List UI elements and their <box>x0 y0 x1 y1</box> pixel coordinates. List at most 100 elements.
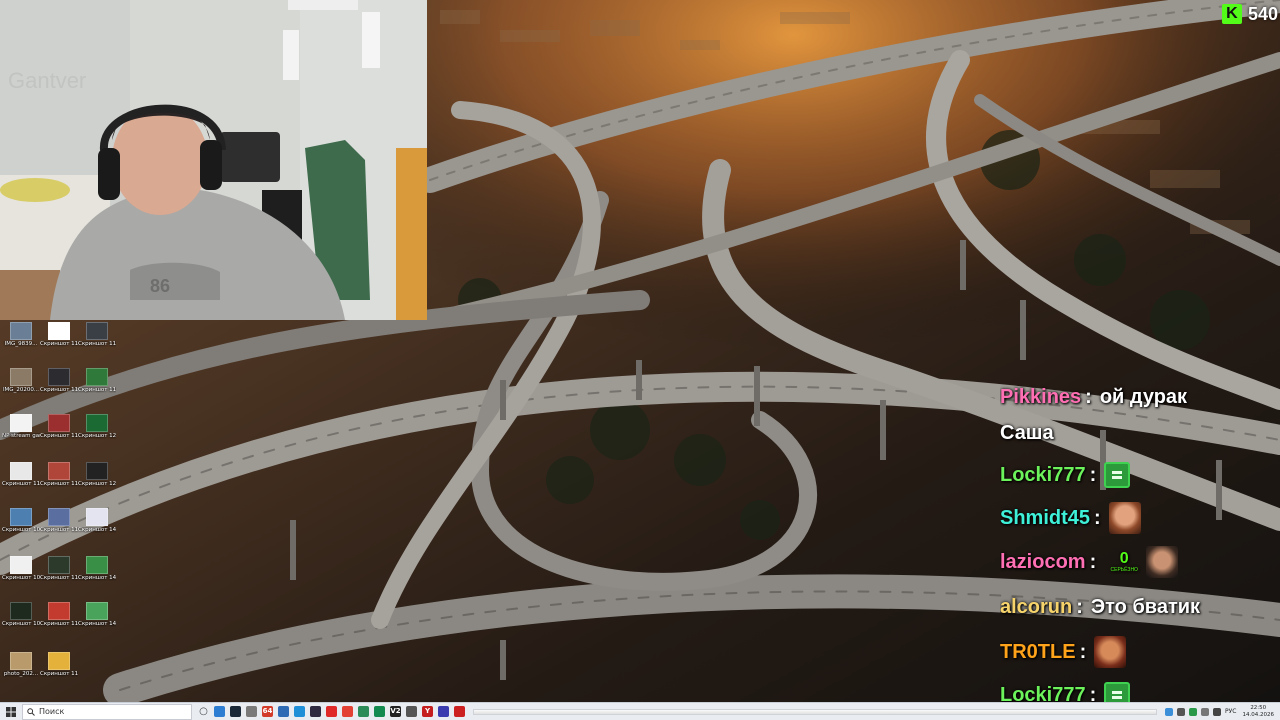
file-thumbnail-icon <box>48 322 70 340</box>
chat-message: alcorun : Это бватик <box>1000 596 1201 618</box>
taskbar-clock[interactable]: 22:50 14.04.2026 <box>1243 705 1275 719</box>
language-indicator[interactable]: РУС <box>1225 708 1236 715</box>
face-emote-icon <box>1108 502 1141 534</box>
face-emote-icon <box>1146 546 1179 578</box>
taskbar-app-icons: ○ 64 V2 Y <box>198 706 465 717</box>
desktop-file-label: Скриншот 12-04-20... <box>78 433 116 439</box>
desktop-file-icon[interactable]: Скриншот 11-04-20... <box>40 462 78 487</box>
file-thumbnail-icon <box>48 368 70 386</box>
desktop-file-icon[interactable]: Скриншот 12-04-20... <box>78 462 116 487</box>
app-obs-icon[interactable] <box>310 706 321 717</box>
desktop-file-icon[interactable]: photo_202... <box>2 652 40 677</box>
desktop-file-label: Скриншот 14-04-20... <box>78 575 116 581</box>
desktop-file-icon[interactable]: Скриншот 14-04-20... <box>78 556 116 581</box>
desktop-file-label: photo_202... <box>3 671 39 677</box>
desktop-file-label: IMG_20200... <box>2 387 40 393</box>
stream-screen: 86 Gantver IMG_9839...Скриншот 11-04-20.… <box>0 0 1280 720</box>
start-button[interactable] <box>0 703 22 720</box>
windows-taskbar: Поиск ○ 64 V2 Y РУС 22:50 14.04.2026 <box>0 702 1280 720</box>
chat-message: Саша <box>1000 422 1058 445</box>
desktop-file-label: Скриншот 11-04-20... <box>40 387 78 393</box>
desktop-file-icon[interactable]: Скриншот 10-04-20... <box>2 602 40 627</box>
app-img-icon[interactable] <box>406 706 417 717</box>
chat-message: TR0TLE : <box>1000 636 1127 668</box>
file-thumbnail-icon <box>10 602 32 620</box>
app-y-icon[interactable]: Y <box>422 706 433 717</box>
desktop-file-icon[interactable]: Скриншот 11-04-20... <box>40 322 78 347</box>
desktop-file-icon[interactable]: Скриншот 11-04-20... <box>2 462 40 487</box>
file-thumbnail-icon <box>86 508 108 526</box>
file-thumbnail-icon <box>48 556 70 574</box>
desktop-file-icon[interactable]: Скриншот 11-04-20... <box>78 322 116 347</box>
app-chrome-icon[interactable] <box>342 706 353 717</box>
desktop-file-label: Скриншот 10-04-20... <box>2 621 40 627</box>
chat-text: ой дурак <box>1099 386 1188 408</box>
file-thumbnail-icon <box>48 462 70 480</box>
desktop-file-label: Скриншот 11-04-20... <box>40 341 78 347</box>
file-thumbnail-icon <box>10 556 32 574</box>
desktop-file-icon[interactable]: Скриншот 11-04-20... <box>40 368 78 393</box>
app-b-icon[interactable] <box>438 706 449 717</box>
file-thumbnail-icon <box>86 322 108 340</box>
app-tool-icon[interactable] <box>246 706 257 717</box>
desktop-file-icon[interactable]: IMG_9839... <box>2 322 40 347</box>
taskbar-search-box[interactable]: Поиск <box>22 703 192 720</box>
volume-icon[interactable] <box>1213 707 1222 716</box>
desktop-file-label: Скриншот 11-04-20... <box>40 671 78 677</box>
file-thumbnail-icon <box>48 652 70 670</box>
svg-text:86: 86 <box>150 276 170 296</box>
chat-message: Pikkines : ой дурак <box>1000 386 1188 408</box>
app-blue-icon[interactable] <box>214 706 225 717</box>
desktop-file-icon[interactable]: Скриншот 10-04-20... <box>2 556 40 581</box>
chat-username: Pikkines <box>1000 386 1082 408</box>
file-thumbnail-icon <box>48 602 70 620</box>
desktop-file-label: Скриншот 10-04-20... <box>2 575 40 581</box>
desktop-file-icon[interactable]: Скриншот 11-04-20... <box>40 556 78 581</box>
kick-logo-icon: K <box>1221 4 1242 24</box>
desktop-file-icon[interactable]: Скриншот 11-04-20... <box>40 652 78 677</box>
desktop-file-icon[interactable]: Скриншот 12-04-20... <box>78 414 116 439</box>
app-files-icon[interactable] <box>358 706 369 717</box>
desktop-file-icon[interactable]: Скриншот 11-04-20... <box>40 508 78 533</box>
app-64-icon[interactable]: 64 <box>262 706 273 717</box>
chat-text: Это бватик <box>1090 596 1201 618</box>
file-thumbnail-icon <box>86 368 108 386</box>
desktop-file-icon[interactable]: Скриншот 10-04-20... <box>2 508 40 533</box>
desktop-file-icon[interactable]: NP stream gantver1... <box>2 414 40 439</box>
tray-app-icon[interactable] <box>1177 707 1186 716</box>
network-icon[interactable] <box>1201 707 1210 716</box>
app-v2-icon[interactable]: V2 <box>390 706 401 717</box>
clock-date: 14.04.2026 <box>1242 711 1275 718</box>
file-thumbnail-icon <box>86 602 108 620</box>
app-green-icon[interactable] <box>374 706 385 717</box>
file-thumbnail-icon <box>86 462 108 480</box>
desktop-file-label: Скриншот 11-04-20... <box>78 387 116 393</box>
app-steam-icon[interactable] <box>230 706 241 717</box>
desktop-file-label: Скриншот 14-04-20... <box>78 527 116 533</box>
face-emote-icon <box>1094 636 1127 668</box>
tray-app-icon[interactable] <box>1189 707 1198 716</box>
tray-app-icon[interactable] <box>1165 707 1174 716</box>
desktop-icon-grid: IMG_9839...Скриншот 11-04-20...Скриншот … <box>0 322 120 700</box>
webcam-feed: 86 Gantver <box>0 0 427 320</box>
zero-emote-icon: 0 СЕРЬЁЗНО <box>1110 550 1138 574</box>
sticker-emote-icon <box>1104 462 1131 488</box>
desktop-file-label: Скриншот 11-04-20... <box>78 341 116 347</box>
chat-username: alcorun <box>1000 596 1073 618</box>
desktop-file-icon[interactable]: Скриншот 11-04-20... <box>40 414 78 439</box>
desktop-file-icon[interactable]: Скриншот 14-04-20... <box>78 508 116 533</box>
desktop-file-label: Скриншот 11-04-20... <box>40 575 78 581</box>
task-view-icon[interactable]: ○ <box>198 706 209 717</box>
app-store-icon[interactable] <box>278 706 289 717</box>
app-yandex-icon[interactable] <box>326 706 337 717</box>
app-red-icon[interactable] <box>454 706 465 717</box>
desktop-file-icon[interactable]: IMG_20200... <box>2 368 40 393</box>
file-thumbnail-icon <box>10 462 32 480</box>
desktop-file-icon[interactable]: Скриншот 11-04-20... <box>78 368 116 393</box>
desktop-file-icon[interactable]: Скриншот 14-04-20... <box>78 602 116 627</box>
desktop-file-icon[interactable]: Скриншот 11-04-20... <box>40 602 78 627</box>
chat-username: TR0TLE <box>1000 640 1076 663</box>
file-thumbnail-icon <box>86 556 108 574</box>
app-edge-icon[interactable] <box>294 706 305 717</box>
file-thumbnail-icon <box>86 414 108 432</box>
